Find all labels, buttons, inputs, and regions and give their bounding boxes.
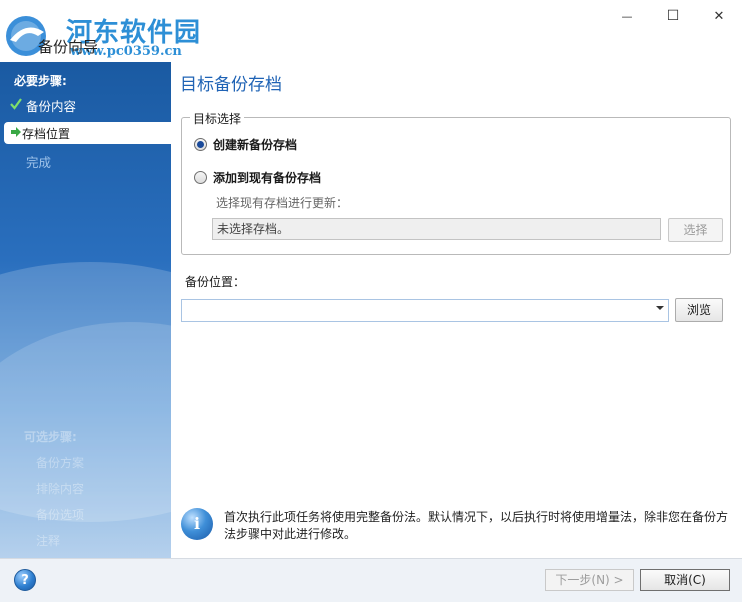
backup-location-combobox[interactable]: [181, 299, 669, 322]
select-archive-button[interactable]: 选择: [668, 218, 723, 242]
close-icon: ✕: [713, 8, 725, 24]
page-title: 目标备份存档: [180, 75, 282, 95]
sidebar-step-backup-content[interactable]: 备份内容: [10, 96, 76, 115]
required-steps-title: 必要步骤:: [14, 74, 67, 88]
sidebar-optional-backup-scheme[interactable]: 备份方案: [36, 454, 84, 471]
browse-button[interactable]: 浏览: [675, 298, 723, 322]
sidebar-step-label: 存档位置: [22, 126, 71, 141]
radio-add-to-existing-archive[interactable]: 添加到现有备份存档: [194, 169, 321, 186]
minimize-button[interactable]: —: [604, 0, 650, 32]
help-icon[interactable]: ?: [14, 569, 36, 591]
chevron-down-icon[interactable]: [656, 306, 664, 310]
sidebar-optional-exclusions[interactable]: 排除内容: [36, 480, 84, 497]
sidebar-step-archive-location[interactable]: 存档位置: [4, 122, 171, 144]
window-title: 备份向导: [38, 38, 99, 56]
next-button[interactable]: 下一步(N) >: [545, 569, 634, 591]
info-icon: i: [181, 508, 213, 540]
sidebar-step-finish[interactable]: 完成: [26, 152, 51, 171]
radio-label: 创建新备份存档: [213, 138, 298, 152]
check-icon: [10, 98, 24, 113]
sidebar-optional-backup-options[interactable]: 备份选项: [36, 506, 84, 523]
radio-selected-icon: [194, 138, 207, 151]
target-selection-legend: 目标选择: [190, 110, 245, 127]
sidebar-step-label: 备份内容: [26, 99, 77, 114]
backup-location-label: 备份位置：: [185, 275, 246, 289]
cancel-button[interactable]: 取消(C): [640, 569, 730, 591]
arrow-icon: [10, 126, 22, 141]
maximize-icon: ☐: [666, 8, 680, 24]
wizard-sidebar: 必要步骤: 备份内容 存档位置 完成 可选步骤: 备份方案 排除内容 备份选项 …: [0, 62, 171, 558]
sidebar-optional-comments[interactable]: 注释: [36, 532, 60, 549]
radio-label: 添加到现有备份存档: [213, 171, 322, 185]
existing-archive-field: 未选择存档。: [212, 218, 661, 240]
optional-steps-title: 可选步骤:: [24, 430, 77, 444]
minimize-icon: —: [621, 9, 633, 23]
radio-unselected-icon: [194, 171, 207, 184]
close-button[interactable]: ✕: [696, 0, 742, 32]
radio-create-new-archive[interactable]: 创建新备份存档: [194, 136, 297, 153]
maximize-button[interactable]: ☐: [650, 0, 696, 32]
select-existing-hint: 选择现有存档进行更新：: [216, 196, 349, 210]
info-message: 首次执行此项任务将使用完整备份法。默认情况下，以后执行时将使用增量法，除非您在备…: [224, 510, 729, 541]
